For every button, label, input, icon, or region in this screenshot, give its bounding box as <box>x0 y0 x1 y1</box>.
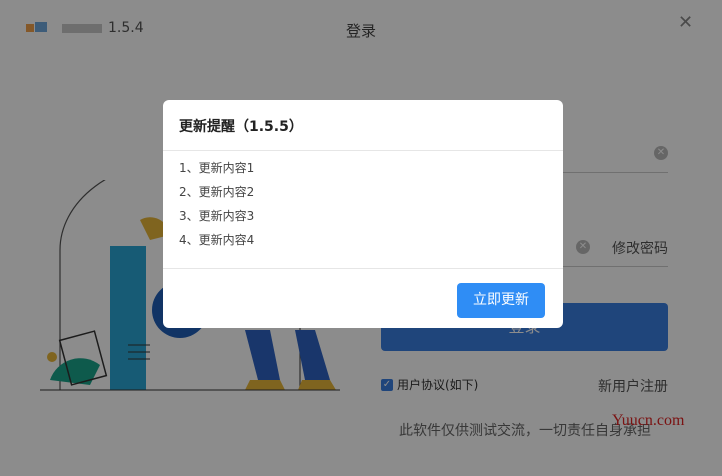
dialog-body: 1、更新内容1 2、更新内容2 3、更新内容3 4、更新内容4 <box>163 151 563 269</box>
dialog-header: 更新提醒（1.5.5） <box>163 100 563 151</box>
update-now-button[interactable]: 立即更新 <box>457 283 545 318</box>
list-item: 4、更新内容4 <box>179 233 255 247</box>
dialog-footer: 立即更新 <box>163 269 563 328</box>
update-list: 1、更新内容1 2、更新内容2 3、更新内容3 4、更新内容4 <box>179 161 254 257</box>
dialog-title: 更新提醒（1.5.5） <box>179 119 303 135</box>
list-item: 2、更新内容2 <box>179 185 255 199</box>
list-item: 3、更新内容3 <box>179 209 255 223</box>
list-item: 1、更新内容1 <box>179 161 255 175</box>
update-dialog: 更新提醒（1.5.5） 1、更新内容1 2、更新内容2 3、更新内容3 4、更新… <box>163 100 563 328</box>
